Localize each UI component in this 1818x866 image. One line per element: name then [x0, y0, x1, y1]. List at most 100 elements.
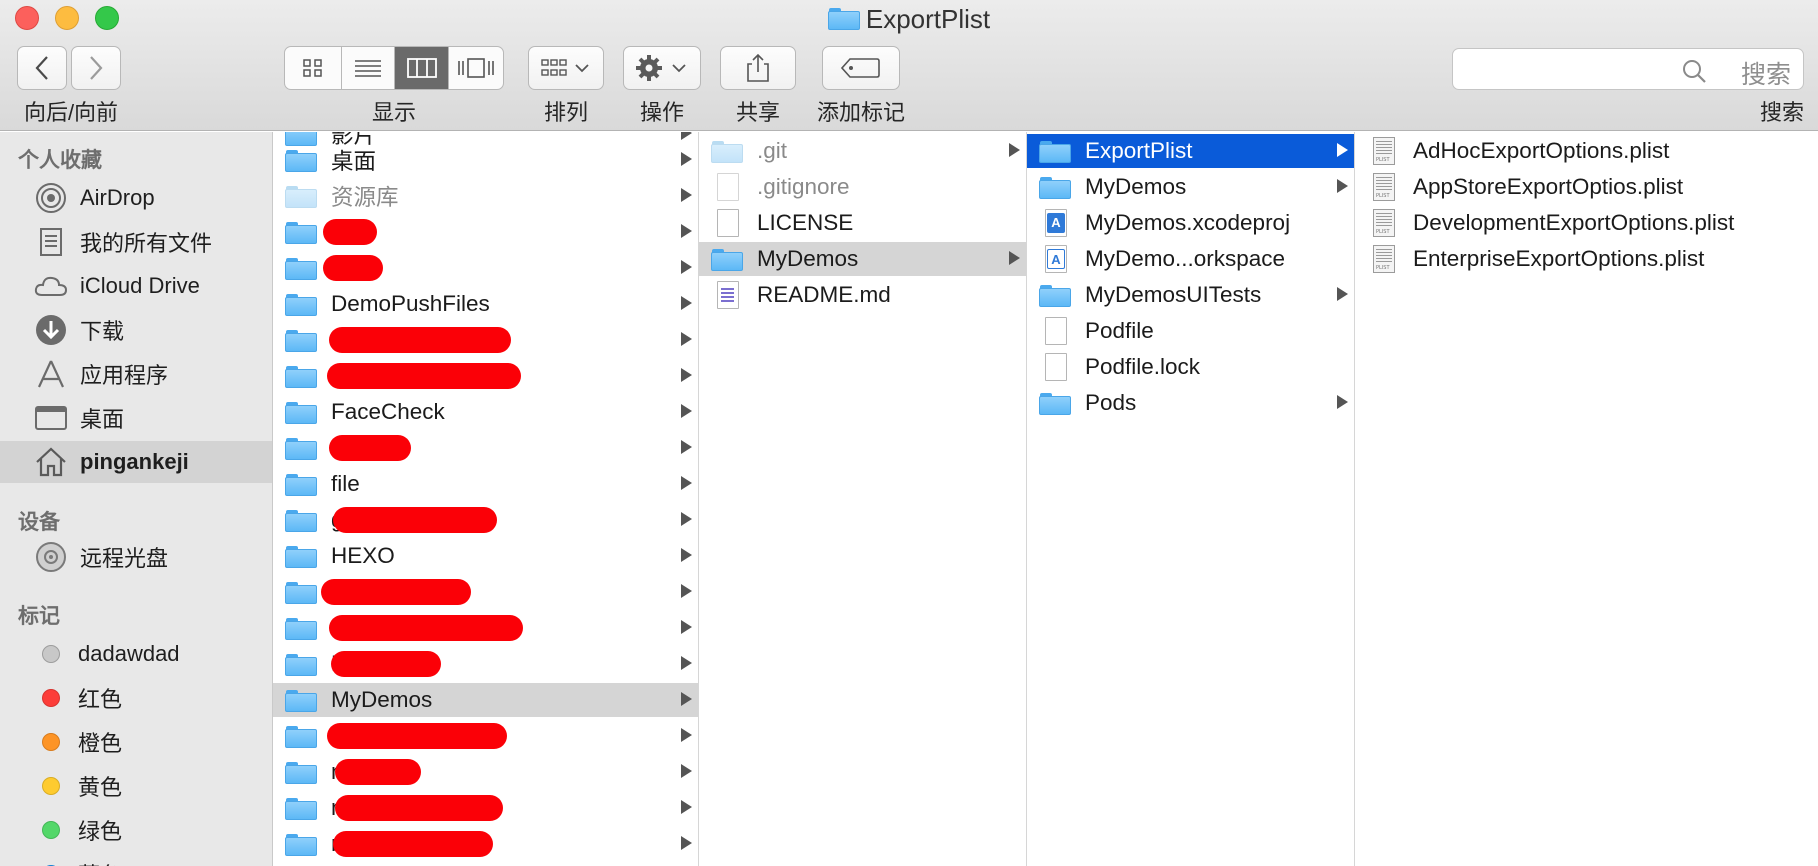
- list-item[interactable]: MyDemos: [1027, 170, 1354, 204]
- list-item-selected[interactable]: MyDemos: [273, 683, 698, 717]
- list-item[interactable]: PLIST EnterpriseExportOptions.plist: [1355, 242, 1818, 276]
- sidebar-item-home[interactable]: pingankeji: [0, 441, 272, 483]
- columns-icon: [406, 58, 437, 78]
- list-item[interactable]: FaceCheck: [273, 395, 698, 429]
- list-item[interactable]: [273, 359, 698, 393]
- arrange-button[interactable]: [528, 46, 604, 90]
- list-item[interactable]: m: [273, 755, 698, 789]
- list-item[interactable]: Pods: [1027, 386, 1354, 420]
- list-item[interactable]: [273, 323, 698, 357]
- folder-icon: [285, 650, 317, 678]
- forward-button[interactable]: [71, 46, 121, 90]
- folder-icon: [1039, 173, 1071, 201]
- disclosure-arrow-icon: [681, 368, 692, 382]
- sidebar-tag-yellow[interactable]: 黄色: [0, 765, 272, 807]
- list-item[interactable]: [273, 215, 698, 249]
- list-item[interactable]: [273, 719, 698, 753]
- favorites-header: 个人收藏: [18, 149, 102, 172]
- list-item[interactable]: PLIST AdHocExportOptions.plist: [1355, 134, 1818, 168]
- list-item[interactable]: Podfile: [1027, 314, 1354, 348]
- sidebar-tag-dadawdad[interactable]: dadawdad: [0, 633, 272, 675]
- list-item[interactable]: [273, 575, 698, 609]
- tag-gray-dot-icon: [42, 645, 60, 663]
- search-field[interactable]: 搜索: [1452, 48, 1804, 90]
- back-button[interactable]: [17, 46, 67, 90]
- list-item[interactable]: README.md: [699, 278, 1026, 312]
- document-icon: [1039, 317, 1071, 345]
- view-label: 显示: [371, 100, 416, 125]
- list-item[interactable]: HEXO: [273, 539, 698, 573]
- list-item[interactable]: DemoPushFiles: [273, 287, 698, 321]
- list-item[interactable]: 桌面: [273, 143, 698, 177]
- list-item[interactable]: PLIST DevelopmentExportOptions.plist: [1355, 206, 1818, 240]
- list-item[interactable]: g: [273, 503, 698, 537]
- list-item-label: MyDemosUITests: [1085, 282, 1262, 307]
- list-item[interactable]: [273, 251, 698, 285]
- redaction-mark: [329, 435, 411, 461]
- sidebar-item-airdrop[interactable]: AirDrop: [0, 177, 272, 219]
- sidebar-item-icloud-drive[interactable]: iCloud Drive: [0, 265, 272, 307]
- document-icon: [711, 173, 743, 201]
- list-item[interactable]: m: [273, 827, 698, 861]
- column-view-button[interactable]: [395, 47, 449, 89]
- list-item-selected[interactable]: ExportPlist: [1027, 134, 1354, 168]
- view-segmented-control[interactable]: [284, 46, 504, 90]
- list-item-selected[interactable]: MyDemos: [699, 242, 1026, 276]
- action-button[interactable]: [623, 46, 701, 90]
- folder-icon: [285, 218, 317, 246]
- list-item[interactable]: L: [273, 647, 698, 681]
- folder-icon: [285, 578, 317, 606]
- sidebar-tag-orange[interactable]: 橙色: [0, 721, 272, 763]
- plist-file-icon: PLIST: [1367, 173, 1399, 201]
- folder-icon: [285, 254, 317, 282]
- list-item[interactable]: Podfile.lock: [1027, 350, 1354, 384]
- folder-icon: [1039, 281, 1071, 309]
- list-item[interactable]: m: [273, 791, 698, 825]
- disclosure-arrow-icon: [1337, 143, 1348, 157]
- redaction-mark: [329, 327, 511, 353]
- list-item[interactable]: MyDemosUITests: [1027, 278, 1354, 312]
- arrange-label: 排列: [543, 100, 588, 125]
- sidebar-item-desktop[interactable]: 桌面: [0, 397, 272, 439]
- list-item[interactable]: .git: [699, 134, 1026, 168]
- folder-icon: [285, 794, 317, 822]
- folder-icon: [711, 137, 743, 165]
- list-item-label: AdHocExportOptions.plist: [1413, 138, 1670, 163]
- list-item[interactable]: A MyDemos.xcodeproj: [1027, 206, 1354, 240]
- folder-icon: [285, 758, 317, 786]
- list-item[interactable]: i: [273, 611, 698, 645]
- add-tags-button[interactable]: [822, 46, 900, 90]
- list-item-label: MyDemos.xcodeproj: [1085, 210, 1291, 235]
- redaction-mark: [323, 255, 383, 281]
- list-item[interactable]: file: [273, 467, 698, 501]
- list-item[interactable]: 资源库: [273, 179, 698, 213]
- list-item[interactable]: [273, 431, 698, 465]
- xcode-project-icon: A: [1039, 209, 1071, 237]
- sidebar-tag-red[interactable]: 红色: [0, 677, 272, 719]
- list-item[interactable]: PLIST AppStoreExportOptios.plist: [1355, 170, 1818, 204]
- library-folder-icon: [285, 182, 317, 210]
- sidebar-tag-green[interactable]: 绿色: [0, 809, 272, 851]
- list-item[interactable]: .gitignore: [699, 170, 1026, 204]
- sidebar-item-applications[interactable]: 应用程序: [0, 353, 272, 395]
- share-button[interactable]: [720, 46, 796, 90]
- sidebar-item-remote-disc[interactable]: 远程光盘: [0, 536, 272, 578]
- redaction-mark: [333, 507, 497, 533]
- folder-icon: [285, 470, 317, 498]
- list-item[interactable]: A MyDemo...orkspace: [1027, 242, 1354, 276]
- sidebar-item-downloads[interactable]: 下载: [0, 309, 272, 351]
- column-mydemos: .git .gitignore LICENSE MyDemos README.m…: [699, 132, 1027, 866]
- sidebar-item-label: 绿色: [78, 819, 123, 844]
- list-item-label: file: [331, 471, 360, 496]
- list-item[interactable]: LICENSE: [699, 206, 1026, 240]
- sidebar-item-all-files[interactable]: 我的所有文件: [0, 221, 272, 263]
- disclosure-arrow-icon: [681, 332, 692, 346]
- search-icon: [1683, 60, 1706, 83]
- disclosure-arrow-icon: [681, 404, 692, 418]
- sidebar-tag-blue[interactable]: 蓝色: [0, 853, 272, 866]
- list-view-button[interactable]: [342, 47, 395, 89]
- icon-view-button[interactable]: [285, 47, 342, 89]
- list-item-label: README.md: [757, 282, 891, 307]
- cover-flow-button[interactable]: [449, 47, 503, 89]
- list-icon: [355, 60, 381, 77]
